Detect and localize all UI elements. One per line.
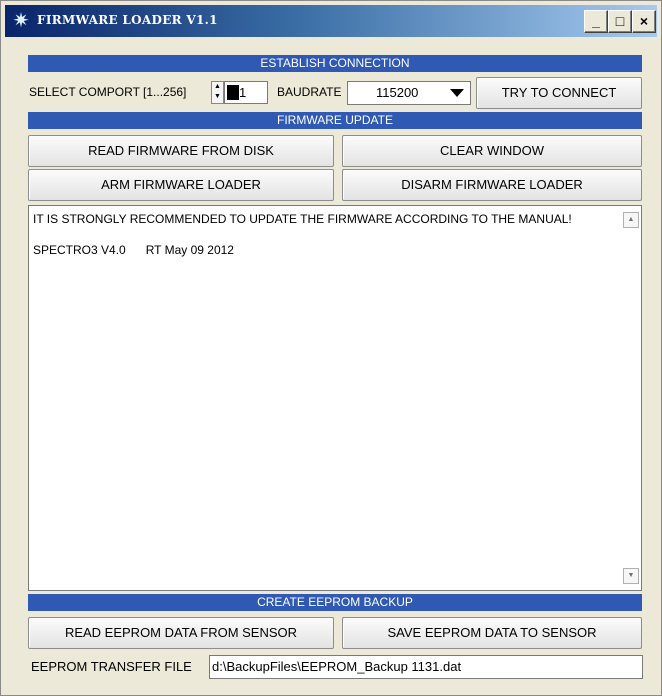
section-header-create-eeprom-backup: CREATE EEPROM BACKUP bbox=[28, 594, 642, 611]
section-header-establish-connection: ESTABLISH CONNECTION bbox=[28, 55, 642, 72]
eeprom-transfer-file-label: EEPROM TRANSFER FILE bbox=[31, 659, 192, 674]
baudrate-select[interactable]: 115200 bbox=[347, 81, 471, 105]
output-line: IT IS STRONGLY RECOMMENDED TO UPDATE THE… bbox=[33, 212, 572, 226]
maximize-button[interactable]: □ bbox=[608, 10, 632, 33]
clear-window-button[interactable]: CLEAR WINDOW bbox=[342, 135, 642, 167]
chevron-down-icon[interactable] bbox=[450, 89, 464, 97]
scroll-up-icon[interactable]: ▲ bbox=[623, 212, 639, 228]
output-window[interactable]: IT IS STRONGLY RECOMMENDED TO UPDATE THE… bbox=[28, 205, 642, 591]
close-button[interactable]: × bbox=[632, 10, 656, 33]
read-eeprom-button[interactable]: READ EEPROM DATA FROM SENSOR bbox=[28, 617, 334, 649]
firmware-loader-icon: ✷ bbox=[12, 10, 30, 32]
eeprom-transfer-file-value: d:\BackupFiles\EEPROM_Backup 1131.dat bbox=[212, 659, 462, 674]
eeprom-transfer-file-input[interactable]: d:\BackupFiles\EEPROM_Backup 1131.dat bbox=[209, 655, 643, 679]
section-header-firmware-update: FIRMWARE UPDATE bbox=[28, 112, 642, 129]
minimize-button[interactable]: _ bbox=[584, 10, 608, 33]
try-to-connect-button[interactable]: TRY TO CONNECT bbox=[476, 77, 642, 109]
comport-input[interactable]: 1 bbox=[224, 81, 268, 104]
comport-label: SELECT COMPORT [1...256] bbox=[29, 85, 187, 99]
window-title: FIRMWARE LOADER V1.1 bbox=[37, 13, 218, 27]
firmware-loader-window: ✷ FIRMWARE LOADER V1.1 _ □ × ESTABLISH C… bbox=[0, 0, 662, 696]
title-bar[interactable]: ✷ FIRMWARE LOADER V1.1 _ □ × bbox=[5, 5, 657, 37]
output-line: SPECTRO3 V4.0 RT May 09 2012 bbox=[33, 243, 234, 257]
save-eeprom-button[interactable]: SAVE EEPROM DATA TO SENSOR bbox=[342, 617, 642, 649]
disarm-firmware-loader-button[interactable]: DISARM FIRMWARE LOADER bbox=[342, 169, 642, 201]
baudrate-value: 115200 bbox=[376, 85, 419, 100]
baudrate-label: BAUDRATE bbox=[277, 85, 342, 99]
comport-value: 1 bbox=[239, 85, 247, 100]
arm-firmware-loader-button[interactable]: ARM FIRMWARE LOADER bbox=[28, 169, 334, 201]
up-down-spinner-icon[interactable]: ▲ ▼ bbox=[211, 81, 224, 104]
text-cursor bbox=[227, 85, 239, 100]
read-firmware-button[interactable]: READ FIRMWARE FROM DISK bbox=[28, 135, 334, 167]
scroll-down-icon[interactable]: ▼ bbox=[623, 568, 639, 584]
